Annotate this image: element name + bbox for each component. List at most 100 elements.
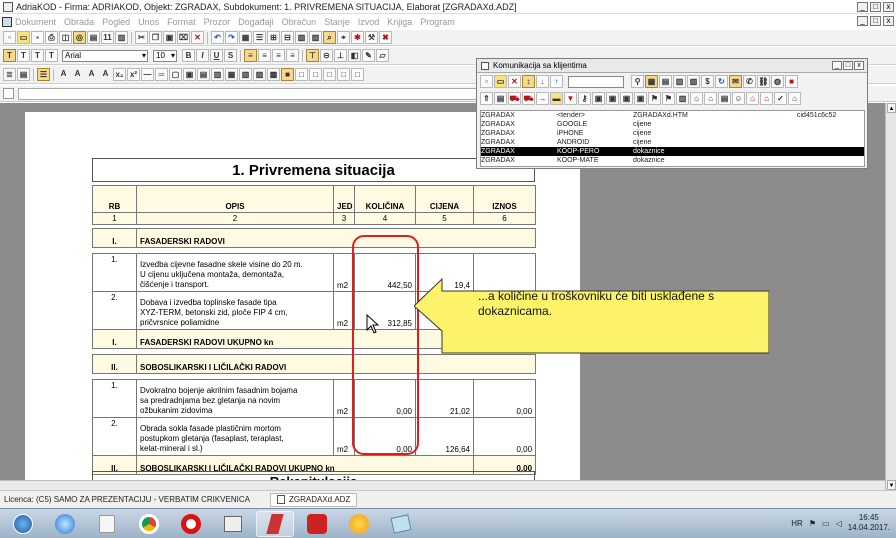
border-4-icon[interactable]: ▥ — [211, 68, 224, 81]
language-indicator[interactable]: HR — [791, 519, 803, 528]
columns-icon[interactable]: ▥ — [115, 31, 128, 44]
person-icon[interactable]: ☺ — [732, 92, 745, 105]
doc-e-icon[interactable]: ▤ — [718, 92, 731, 105]
border-2-icon[interactable]: ▣ — [183, 68, 196, 81]
preview-icon[interactable]: ◫ — [59, 31, 72, 44]
stop-icon[interactable]: ■ — [785, 75, 798, 88]
list-num-icon[interactable]: ▤ — [17, 68, 30, 81]
media-player-icon[interactable] — [88, 511, 126, 537]
new-icon[interactable]: ▫ — [480, 75, 493, 88]
notes-icon[interactable] — [382, 511, 420, 537]
doc-c-icon[interactable]: ▣ — [620, 92, 633, 105]
chart-icon[interactable]: ▥ — [676, 92, 689, 105]
minimize-button[interactable]: _ — [857, 1, 868, 12]
close-x-icon[interactable]: ✕ — [508, 75, 521, 88]
globe-app-icon[interactable] — [340, 511, 378, 537]
tray-monitor-icon[interactable]: ▭ — [822, 519, 830, 528]
menu-stanje[interactable]: Stanje — [324, 17, 350, 27]
client-maximize-button[interactable]: □ — [843, 61, 853, 70]
menu-obrada[interactable]: Obrada — [64, 17, 94, 27]
font-select[interactable]: Arial — [62, 49, 148, 62]
calc-icon[interactable]: ▧ — [295, 31, 308, 44]
exit-icon[interactable]: ✖ — [379, 31, 392, 44]
client-search-input[interactable] — [568, 75, 624, 88]
size-select[interactable]: 10 — [153, 49, 177, 62]
justify-icon[interactable]: ≡ — [286, 49, 299, 62]
windows-start-icon[interactable] — [4, 511, 42, 537]
doc-d-icon[interactable]: ▣ — [634, 92, 647, 105]
upload-icon[interactable]: ⇑ — [480, 92, 493, 105]
key-icon[interactable]: ⚷ — [578, 92, 591, 105]
find-doc-icon[interactable]: ⌖ — [337, 31, 350, 44]
section-heading[interactable]: I. FASADERSKI RADOVI — [92, 228, 537, 248]
insert-col-icon[interactable]: ⊟ — [281, 31, 294, 44]
align-center-icon[interactable]: ≡ — [258, 49, 271, 62]
hammer-icon[interactable]: ⚒ — [365, 31, 378, 44]
chrome-icon[interactable] — [130, 511, 168, 537]
sort-za-icon[interactable]: ↑ — [550, 75, 563, 88]
doc-maximize-button[interactable]: □ — [870, 16, 881, 26]
app-tool-icon[interactable] — [214, 511, 252, 537]
vertical-scrollbar[interactable]: ▲ ▼ — [885, 103, 896, 490]
underline-icon[interactable]: U — [210, 49, 223, 62]
doc-minimize-button[interactable]: _ — [857, 16, 868, 26]
list-icon[interactable]: ≣ — [3, 68, 16, 81]
refresh-icon[interactable]: ↻ — [715, 75, 728, 88]
color-1-icon[interactable]: □ — [295, 68, 308, 81]
truck-back-icon[interactable]: ⛟ — [522, 92, 535, 105]
down-icon[interactable]: ▼ — [564, 92, 577, 105]
folder-icon[interactable]: ▭ — [494, 75, 507, 88]
text-style-2-icon[interactable]: T — [17, 49, 30, 62]
valign-top-icon[interactable]: ⊤ — [306, 49, 319, 62]
color-2-icon[interactable]: □ — [309, 68, 322, 81]
binoculars-icon[interactable]: ⚲ — [631, 75, 644, 88]
open-folder-icon[interactable]: ▭ — [17, 31, 30, 44]
entry-checkbox[interactable] — [3, 88, 14, 99]
new-doc-icon[interactable]: ▫ — [3, 31, 16, 44]
border-6-icon[interactable]: ▧ — [239, 68, 252, 81]
valign-mid-icon[interactable]: ⊝ — [320, 49, 333, 62]
doc-close-button[interactable]: x — [883, 16, 894, 26]
globe-icon[interactable]: ◍ — [771, 75, 784, 88]
home-3-icon[interactable]: ⌂ — [788, 92, 801, 105]
border-5-icon[interactable]: ▦ — [225, 68, 238, 81]
client-minimize-button[interactable]: _ — [832, 61, 842, 70]
menu-dogadaji[interactable]: Događaji — [238, 17, 274, 27]
tray-icon[interactable]: ▬ — [550, 92, 563, 105]
paste-icon[interactable]: ▣ — [163, 31, 176, 44]
client-window-titlebar[interactable]: Komunikacija sa klijentima _ □ x — [477, 59, 867, 73]
horizontal-scrollbar[interactable] — [0, 480, 885, 490]
align-left-icon[interactable]: ≡ — [244, 49, 257, 62]
home-2-icon[interactable]: ⌂ — [760, 92, 773, 105]
color-5-icon[interactable]: □ — [351, 68, 364, 81]
rows-icon[interactable]: ☰ — [253, 31, 266, 44]
border-3-icon[interactable]: ▤ — [197, 68, 210, 81]
list-item[interactable]: ZGRADAX iPHONE cijene — [481, 129, 864, 138]
tray-flag-icon[interactable]: ⚑ — [809, 519, 816, 528]
table-row[interactable]: 1. Dvokratno bojenje akrilnim fasadnim b… — [92, 379, 537, 418]
scroll-up-icon[interactable]: ▲ — [887, 103, 896, 113]
maximize-button[interactable]: □ — [870, 1, 881, 12]
detail-view-icon[interactable]: ▥ — [673, 75, 686, 88]
border-8-icon[interactable]: ▩ — [267, 68, 280, 81]
zoom-icon[interactable]: ◎ — [73, 31, 86, 44]
sort-az-icon[interactable]: ↓ — [536, 75, 549, 88]
truck-icon[interactable]: ⛟ — [508, 92, 521, 105]
flag-2-icon[interactable]: ⚑ — [662, 92, 675, 105]
check-icon[interactable]: ✓ — [774, 92, 787, 105]
ie-icon[interactable] — [46, 511, 84, 537]
text-style-3-icon[interactable]: T — [31, 49, 44, 62]
eleven-icon[interactable]: 11 — [101, 31, 114, 44]
list-item[interactable]: ZGRADAX ANDROID cijene — [481, 138, 864, 147]
outline-icon[interactable]: ☰ — [37, 68, 50, 81]
menu-izvod[interactable]: Izvod — [358, 17, 380, 27]
clock[interactable]: 16:45 14.04.2017. — [848, 513, 890, 533]
bold-icon[interactable]: B — [182, 49, 195, 62]
link-icon[interactable]: ⛓ — [757, 75, 770, 88]
list-item[interactable]: ZGRADAX <tender> ZGRADAXd.HTM cid451c6c52 — [481, 111, 864, 120]
menu-unos[interactable]: Unos — [138, 17, 159, 27]
page-view-icon[interactable]: ▤ — [87, 31, 100, 44]
menu-program[interactable]: Program — [420, 17, 455, 27]
open-doc-tab[interactable]: ZGRADAXd.ADZ — [269, 492, 358, 507]
delete-icon[interactable]: ✕ — [191, 31, 204, 44]
